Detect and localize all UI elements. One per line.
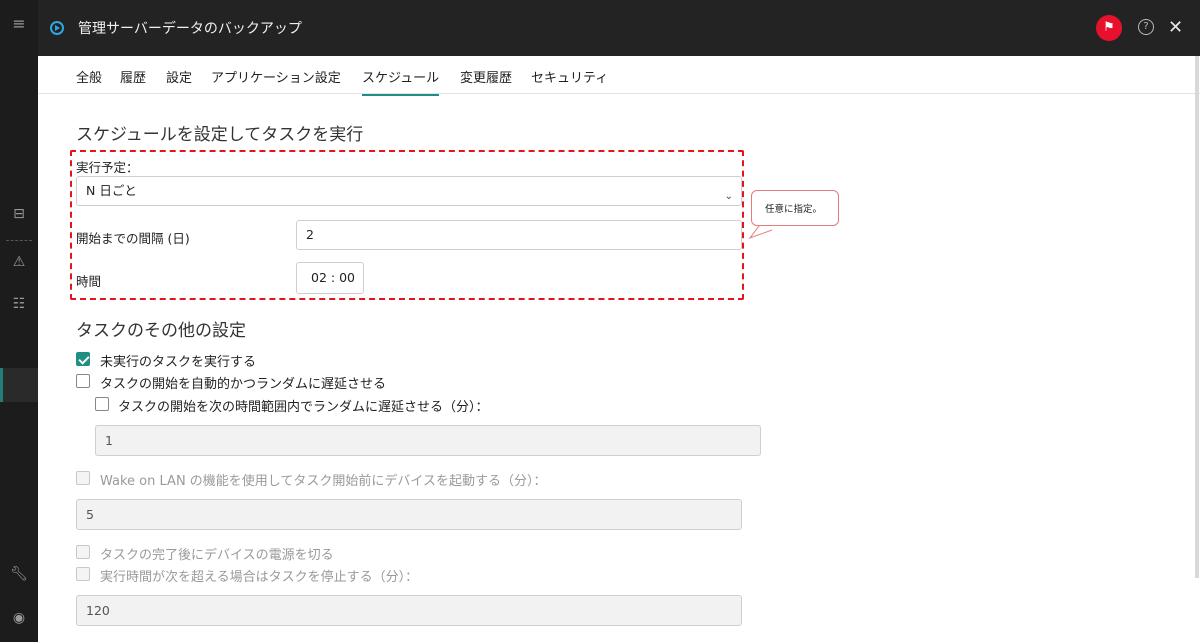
power-off-label: タスクの完了後にデバイスの電源を切る	[100, 548, 334, 563]
help-button[interactable]: ?	[1138, 19, 1154, 35]
rail-active-item[interactable]	[0, 368, 38, 402]
tab-revision-history[interactable]: 変更履歴	[460, 67, 512, 86]
user-icon[interactable]: ◉	[0, 610, 38, 626]
wol-input[interactable]: 5	[76, 499, 742, 530]
flag-icon: ⚑	[1103, 20, 1115, 35]
interval-input[interactable]: 2	[296, 220, 742, 250]
rail-divider	[6, 240, 32, 241]
flag-button[interactable]: ⚑	[1096, 15, 1122, 41]
tab-general[interactable]: 全般	[76, 67, 102, 86]
time-input[interactable]: 02 : 00	[296, 262, 364, 294]
tab-application-settings[interactable]: アプリケーション設定	[211, 67, 341, 86]
random-delay-range-input[interactable]: 1	[95, 425, 761, 456]
title-bar: 管理サーバーデータのバックアップ ⚑ ? ✕	[38, 0, 1200, 56]
random-delay-range-checkbox[interactable]	[95, 397, 109, 411]
stop-if-exceeds-input[interactable]: 120	[76, 595, 742, 626]
tree-icon[interactable]: ☷	[0, 296, 38, 312]
random-delay-range-label: タスクの開始を次の時間範囲内でランダムに遅延させる（分）：	[118, 400, 489, 415]
scrollbar[interactable]	[1195, 56, 1199, 578]
dialog-content: 全般 履歴 設定 アプリケーション設定 スケジュール 変更履歴 セキュリティ ス…	[38, 56, 1200, 642]
window-title: 管理サーバーデータのバックアップ	[78, 21, 302, 37]
wrench-icon[interactable]: 🔧︎	[0, 566, 38, 582]
close-button[interactable]: ✕	[1168, 15, 1183, 41]
panel-icon[interactable]: ⊟	[0, 206, 38, 222]
nav-rail: ≡ ⊟ ⚠ ☷ 🔧︎ ◉	[0, 0, 38, 642]
callout-note: 任意に指定。	[751, 190, 839, 226]
schedule-heading: スケジュールを設定してタスクを実行	[76, 125, 364, 145]
wol-checkbox[interactable]	[76, 471, 90, 485]
warning-icon[interactable]: ⚠	[0, 254, 38, 270]
run-missed-label: 未実行のタスクを実行する	[100, 355, 257, 370]
tab-security[interactable]: セキュリティ	[531, 67, 608, 86]
other-settings-heading: タスクのその他の設定	[76, 321, 246, 341]
tab-settings[interactable]: 設定	[166, 67, 192, 86]
play-circle-icon	[50, 21, 64, 35]
random-delay-checkbox[interactable]	[76, 374, 90, 388]
time-label: 時間	[76, 274, 102, 289]
stop-if-exceeds-label: 実行時間が次を超える場合はタスクを停止する（分）：	[100, 570, 419, 585]
chevron-down-icon: ⌄	[724, 191, 733, 202]
run-missed-checkbox[interactable]	[76, 352, 90, 366]
run-schedule-label: 実行予定：	[76, 160, 139, 175]
tab-schedule[interactable]: スケジュール	[362, 67, 440, 96]
menu-icon[interactable]: ≡	[0, 14, 38, 33]
tab-bar: 全般 履歴 設定 アプリケーション設定 スケジュール 変更履歴 セキュリティ	[38, 56, 1200, 96]
stop-if-exceeds-checkbox[interactable]	[76, 567, 90, 581]
interval-label: 開始までの間隔 (日)	[76, 231, 190, 246]
power-off-checkbox[interactable]	[76, 545, 90, 559]
tab-history[interactable]: 履歴	[120, 67, 146, 86]
random-delay-label: タスクの開始を自動的かつランダムに遅延させる	[100, 377, 387, 392]
run-schedule-select[interactable]: N 日ごと ⌄	[76, 176, 742, 206]
wol-label: Wake on LAN の機能を使用してタスク開始前にデバイスを起動する（分）：	[100, 474, 547, 489]
run-schedule-value: N 日ごと	[86, 183, 137, 198]
